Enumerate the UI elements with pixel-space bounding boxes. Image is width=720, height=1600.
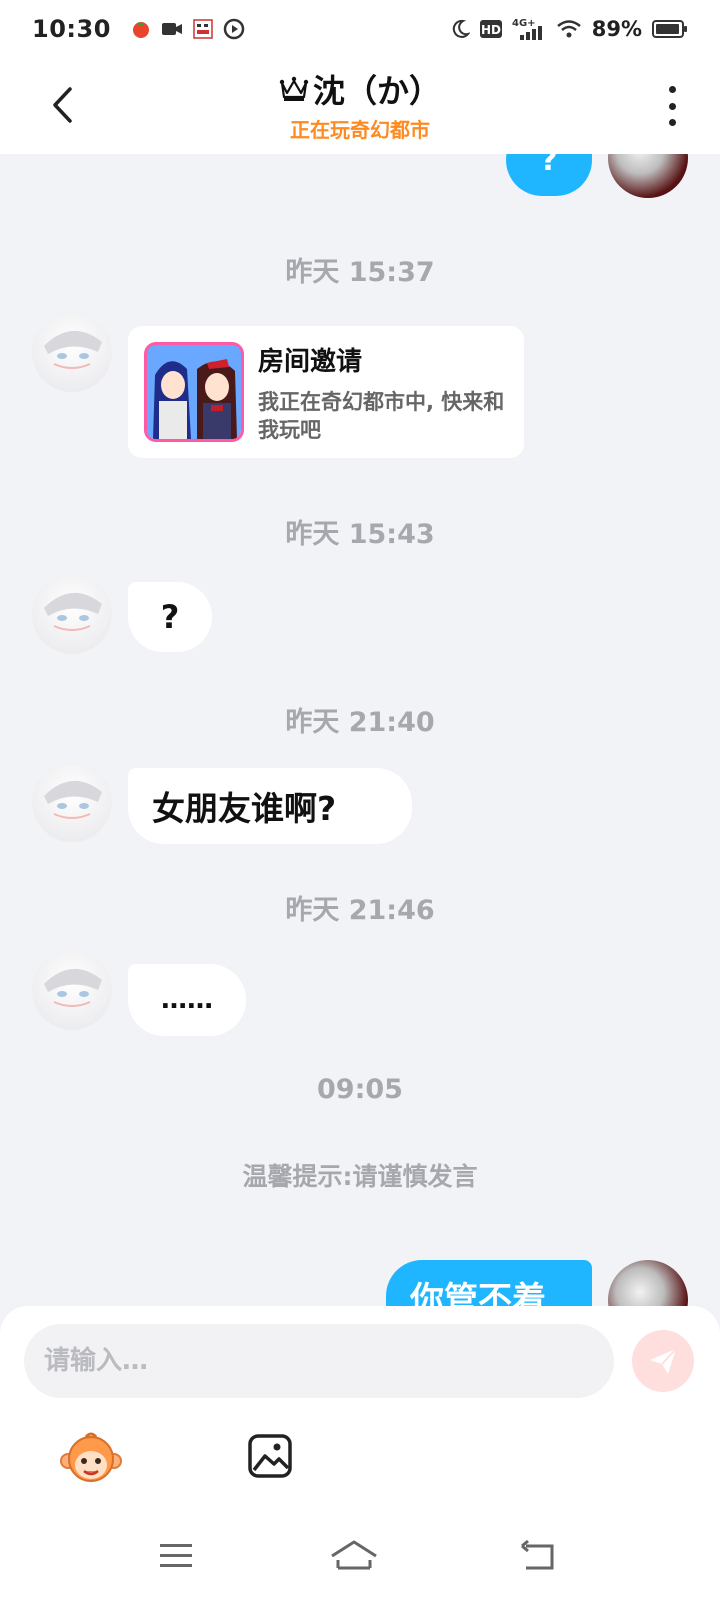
time-divider: 昨天 15:43 xyxy=(285,519,435,550)
wifi-icon xyxy=(556,19,582,39)
emoji-button[interactable] xyxy=(60,1431,122,1487)
paper-plane-icon xyxy=(650,1348,677,1374)
time-divider: 昨天 15:37 xyxy=(285,257,435,288)
more-options-button[interactable] xyxy=(664,86,680,126)
time-divider: 昨天 21:40 xyxy=(285,707,435,738)
message-bubble-in[interactable]: 女朋友谁啊? xyxy=(128,768,412,844)
battery-percent: 89% xyxy=(591,17,642,41)
video-camera-icon xyxy=(161,20,183,38)
send-button[interactable] xyxy=(632,1330,694,1392)
menu-nav-button[interactable] xyxy=(156,1538,204,1578)
contact-name-text: 沈（か） xyxy=(312,72,441,110)
message-bubble-out[interactable]: 你管不着 xyxy=(386,1260,592,1310)
message-bubble-out[interactable]: ? xyxy=(506,154,592,196)
system-notice: 温馨提示:请谨慎发言 xyxy=(242,1162,478,1191)
status-right-icons: HD 4G+ 89% xyxy=(450,17,688,41)
home-nav-button[interactable] xyxy=(330,1538,378,1578)
chat-header: 沈（か） 正在玩奇幻都市 xyxy=(0,58,720,154)
friend-avatar[interactable] xyxy=(32,950,112,1030)
battery-icon xyxy=(652,19,688,39)
friend-avatar[interactable] xyxy=(32,312,112,392)
message-bubble-in[interactable]: …… xyxy=(128,964,246,1036)
more-dot-icon xyxy=(668,86,676,93)
message-text: 女朋友谁啊? xyxy=(152,789,337,828)
title-block: 沈（か） 正在玩奇幻都市 xyxy=(0,66,720,143)
message-text: ? xyxy=(160,598,180,636)
message-text: …… xyxy=(161,985,213,1015)
more-dot-icon xyxy=(668,119,676,126)
friend-avatar[interactable] xyxy=(32,762,112,842)
avatar-illustration xyxy=(44,968,102,1007)
moon-icon xyxy=(450,19,470,39)
menu-icon xyxy=(160,1544,192,1567)
message-text: 你管不着 xyxy=(410,1280,546,1310)
image-button[interactable] xyxy=(246,1432,294,1480)
contact-name: 沈（か） xyxy=(279,66,441,112)
invite-title: 房间邀请 xyxy=(258,346,363,377)
svg-text:4G+: 4G+ xyxy=(512,18,536,29)
invite-description: 我正在奇幻都市中, 快来和我玩吧 xyxy=(258,389,505,442)
avatar-illustration xyxy=(44,780,102,819)
notification-icons xyxy=(131,18,245,40)
monkey-sticker-icon xyxy=(60,1432,122,1482)
friend-avatar[interactable] xyxy=(32,574,112,654)
system-nav-bar xyxy=(0,1516,720,1600)
more-dot-icon xyxy=(668,102,676,110)
hd-icon: HD xyxy=(479,19,502,39)
back-nav-button[interactable] xyxy=(518,1538,566,1578)
message-input[interactable] xyxy=(24,1324,614,1398)
crown-icon xyxy=(279,76,309,101)
signal-icon: 4G+ xyxy=(512,17,546,41)
return-icon xyxy=(521,1539,554,1570)
time-divider: 09:05 xyxy=(317,1074,403,1105)
tomato-app-icon xyxy=(131,19,151,39)
chat-area[interactable]: ? 昨天 15:37 房间邀请 我正在奇幻都市中, 快来和我玩吧 昨天 15:4… xyxy=(0,154,720,1310)
invite-text: 房间邀请 我正在奇幻都市中, 快来和我玩吧 xyxy=(258,341,508,444)
game-thumbnail xyxy=(144,342,244,442)
contact-status: 正在玩奇幻都市 xyxy=(290,118,430,142)
input-panel xyxy=(0,1306,720,1516)
room-invite-card[interactable]: 房间邀请 我正在奇幻都市中, 快来和我玩吧 xyxy=(128,326,524,458)
avatar-illustration xyxy=(44,592,102,631)
status-time: 10:30 xyxy=(32,15,111,43)
self-avatar[interactable] xyxy=(608,1260,688,1310)
image-icon xyxy=(248,1434,292,1478)
message-text: ? xyxy=(540,154,558,178)
message-bubble-in[interactable]: ? xyxy=(128,582,212,652)
status-bar: 10:30 HD 4G+ 89% xyxy=(0,0,720,58)
game-characters-image xyxy=(147,345,241,439)
home-icon xyxy=(331,1540,377,1570)
avatar-illustration xyxy=(44,330,102,369)
time-divider: 昨天 21:46 xyxy=(285,895,435,926)
calendar-app-icon xyxy=(193,18,213,40)
play-icon xyxy=(223,18,245,40)
svg-text:HD: HD xyxy=(481,23,501,37)
self-avatar[interactable] xyxy=(608,154,688,198)
